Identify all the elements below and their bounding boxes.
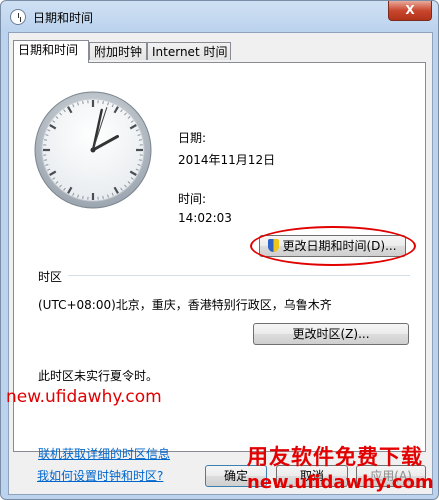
dst-note: 此时区未实行夏令时。 <box>38 369 159 383</box>
timezone-value: (UTC+08:00)北京，重庆，香港特别行政区，乌鲁木齐 <box>38 298 332 312</box>
clock-minute-tick <box>102 100 104 105</box>
timezone-info-link[interactable]: 联机获取详细的时区信息 <box>38 445 170 462</box>
clock-minute-tick <box>138 159 143 161</box>
tab-panel: 日期: 2014年11月12日 时间: 14:02:03 更改日期和时间(D).… <box>6 62 426 461</box>
clock-minute-tick <box>102 195 104 200</box>
change-timezone-button[interactable]: 更改时区(Z)... <box>253 323 409 345</box>
timezone-section-label: 时区 <box>38 270 63 284</box>
title-bar[interactable]: 日期和时间 X <box>1 1 438 33</box>
watermark-brand-url: new.ufidawhy.com <box>247 472 434 493</box>
timezone-divider <box>68 275 410 276</box>
window-title: 日期和时间 <box>33 11 94 25</box>
watermark-brand: 用友软件免费下载 <box>247 445 423 469</box>
close-button[interactable]: X <box>388 1 432 21</box>
clock-minute-tick <box>43 159 48 161</box>
clock-minute-tick <box>43 139 48 141</box>
tab-date-time[interactable]: 日期和时间 <box>13 40 89 63</box>
clock-center <box>90 147 96 153</box>
date-time-dialog: 日期和时间 X 日期和时间 附加时钟 Internet 时间 日期: 2014年… <box>0 0 439 500</box>
clock-minute-tick <box>138 139 143 141</box>
clock-minute-tick <box>82 195 84 200</box>
analog-clock <box>34 91 152 209</box>
time-label: 时间: <box>178 192 207 206</box>
tab-internet-time[interactable]: Internet 时间 <box>147 42 231 60</box>
clock-minute-tick <box>82 100 84 105</box>
date-value: 2014年11月12日 <box>178 153 276 167</box>
tab-additional-clocks[interactable]: 附加时钟 <box>89 42 147 60</box>
date-label: 日期: <box>178 131 207 145</box>
clock-icon <box>10 9 26 25</box>
watermark-url-red: new.ufidawhy.com <box>6 387 162 407</box>
dialog-body: 日期和时间 附加时钟 Internet 时间 日期: 2014年11月12日 时… <box>6 32 433 495</box>
highlight-ring <box>250 226 416 266</box>
how-to-set-clock-link[interactable]: 我如何设置时钟和时区? <box>37 467 163 484</box>
time-value: 14:02:03 <box>178 211 232 225</box>
